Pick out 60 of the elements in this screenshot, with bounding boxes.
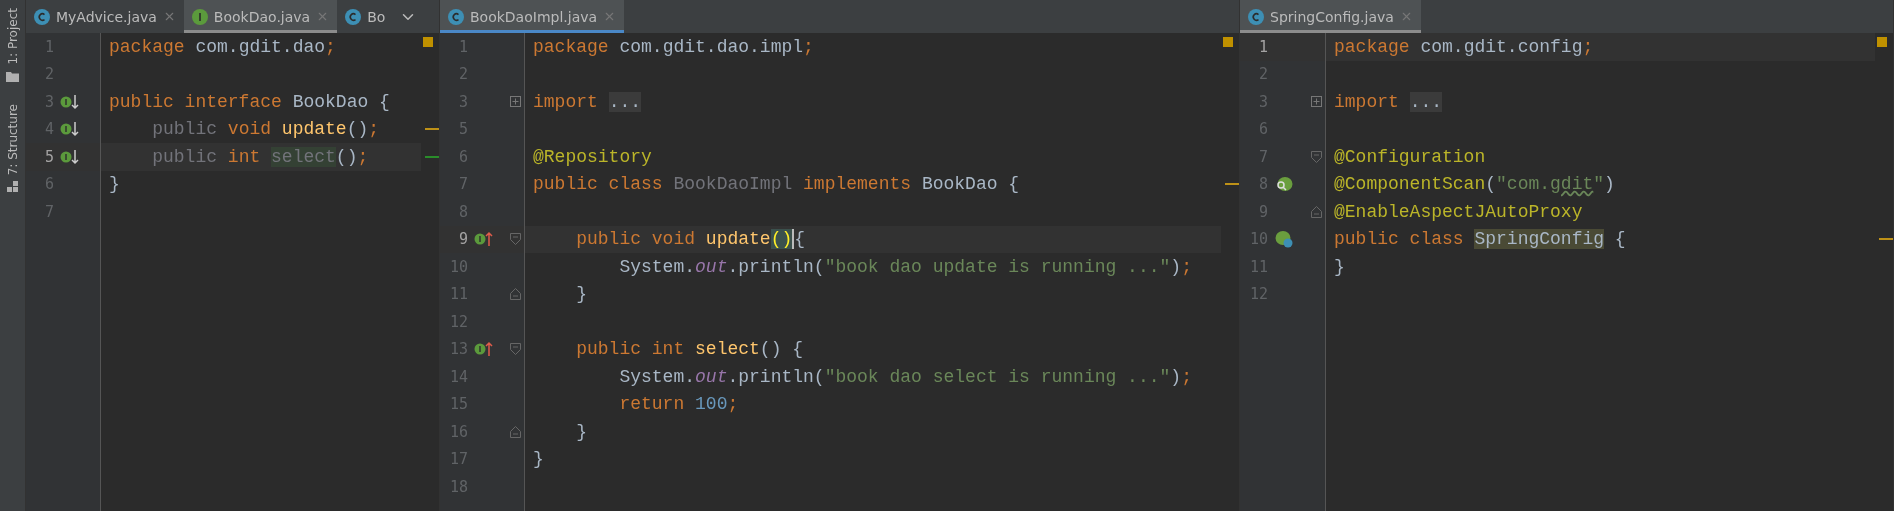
tool-window-label[interactable]: 1: Project xyxy=(5,8,20,65)
code-line: package com.gdit.dao.impl; xyxy=(532,36,814,57)
editor-tab[interactable]: SpringConfig.java xyxy=(1240,0,1421,33)
implementation-down-arrow-icon[interactable] xyxy=(60,93,80,110)
code-line: @EnableAspectJAutoProxy xyxy=(1333,201,1583,222)
code-line: public class BookDaoImpl implements BookDao { xyxy=(532,174,1020,195)
code-line: @ComponentScan("com.gdit") xyxy=(1333,174,1615,195)
leaf-class-icon[interactable] xyxy=(1274,230,1294,249)
class-file-icon xyxy=(448,8,464,25)
code-line: public void update(); xyxy=(151,119,380,140)
code-line: System.out.println("book dao update is running ..."); xyxy=(618,256,1192,277)
code-line: @Repository xyxy=(532,146,652,167)
line-number: 9 xyxy=(457,230,468,249)
code-line: @Configuration xyxy=(1333,146,1486,167)
collapse-fold-icon[interactable] xyxy=(1311,150,1322,163)
structure-icon xyxy=(6,180,19,193)
folder-icon xyxy=(6,70,19,82)
class-file-icon xyxy=(34,8,50,25)
code-line: import ... xyxy=(1333,91,1443,112)
collapse-fold-icon[interactable] xyxy=(510,343,521,356)
scrollbar-marker[interactable] xyxy=(425,128,439,131)
collapse-fold-icon[interactable] xyxy=(510,233,521,246)
leaf-search-icon[interactable] xyxy=(1274,175,1294,194)
fold-end-icon[interactable] xyxy=(510,425,521,438)
expand-fold-icon[interactable] xyxy=(510,96,521,108)
line-number: 1 xyxy=(1257,37,1268,56)
class-file-icon xyxy=(1248,8,1264,25)
editor-tab[interactable]: BookDaoImpl.java xyxy=(440,0,625,33)
code-line: package com.gdit.config; xyxy=(1333,36,1594,57)
scrollbar-marker[interactable] xyxy=(1879,238,1893,241)
implemented-up-arrow-icon[interactable] xyxy=(474,341,494,358)
fold-end-icon[interactable] xyxy=(510,288,521,301)
code-line: } xyxy=(575,421,587,442)
implemented-up-arrow-icon[interactable] xyxy=(474,231,494,248)
editor-tab[interactable]: Bo xyxy=(337,0,394,33)
code-line: import ... xyxy=(532,91,642,112)
code-line: System.out.println("book dao select is running ..."); xyxy=(618,366,1192,387)
code-line: } xyxy=(532,449,544,470)
code-line: } xyxy=(108,174,120,195)
code-line: } xyxy=(1333,256,1345,277)
scrollbar-marker[interactable] xyxy=(1225,183,1239,186)
code-line: public void update(){ xyxy=(575,229,806,250)
tool-window-label[interactable]: 7: Structure xyxy=(5,103,20,175)
expand-fold-icon[interactable] xyxy=(1311,96,1322,108)
scrollbar-marker[interactable] xyxy=(425,155,439,158)
editor-tab[interactable]: BookDao.java xyxy=(183,0,338,33)
implementation-down-arrow-icon[interactable] xyxy=(60,148,80,165)
code-line: public int select(); xyxy=(151,146,369,167)
implementation-down-arrow-icon[interactable] xyxy=(60,121,80,138)
line-number: 5 xyxy=(43,147,54,166)
code-line: return 100; xyxy=(618,394,739,415)
editor-tab[interactable]: MyAdvice.java xyxy=(26,0,184,33)
code-line: } xyxy=(575,284,587,305)
code-line: public class SpringConfig { xyxy=(1333,229,1626,250)
code-line: public interface BookDao { xyxy=(108,91,390,112)
code-line: public int select() { xyxy=(575,339,804,360)
fold-end-icon[interactable] xyxy=(1311,205,1322,218)
interface-file-icon xyxy=(191,8,208,25)
class-file-icon xyxy=(345,8,362,25)
code-line: package com.gdit.dao; xyxy=(108,36,336,57)
